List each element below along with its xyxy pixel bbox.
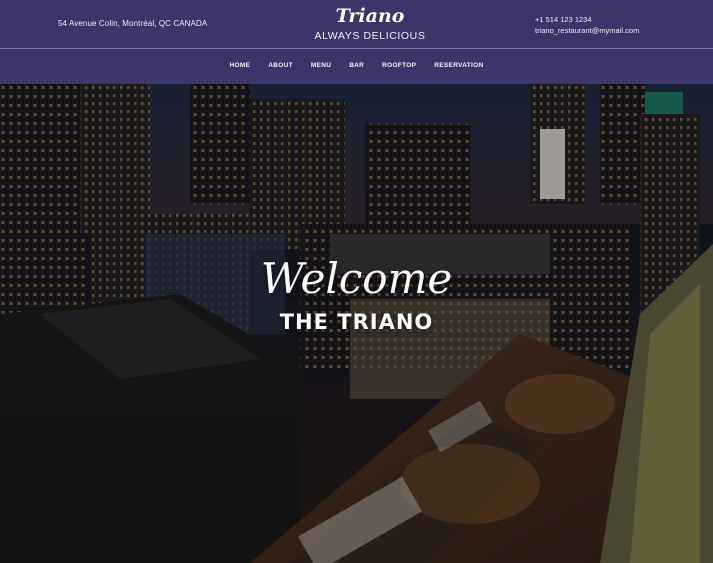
nav-reservation[interactable]: RESERVATION <box>425 62 492 69</box>
header-divider <box>0 48 713 49</box>
phone-link[interactable]: +1 514 123 1234 <box>535 14 639 25</box>
address-text: 54 Avenue Colin, Montréal, QC CANADA <box>58 19 208 28</box>
main-nav: HOME ABOUT MENU BAR ROOFTOP RESERVATION <box>0 62 713 69</box>
site-header: 54 Avenue Colin, Montréal, QC CANADA Tri… <box>0 0 713 84</box>
nav-menu[interactable]: MENU <box>302 62 340 69</box>
nav-about[interactable]: ABOUT <box>259 62 302 69</box>
hero-text: Welcome THE TRIANO <box>0 254 713 334</box>
nav-home[interactable]: HOME <box>221 62 260 69</box>
hero-section: Welcome THE TRIANO <box>0 84 713 563</box>
nav-bar[interactable]: BAR <box>340 62 373 69</box>
brand-logo[interactable]: Triano <box>300 4 440 28</box>
nav-rooftop[interactable]: ROOFTOP <box>373 62 425 69</box>
contact-info: +1 514 123 1234 triano_restaurant@mymail… <box>535 14 639 36</box>
welcome-subtitle: THE TRIANO <box>279 310 434 334</box>
brand-tagline: ALWAYS DELICIOUS <box>314 30 426 42</box>
email-link[interactable]: triano_restaurant@mymail.com <box>535 25 639 36</box>
brand[interactable]: Triano ALWAYS DELICIOUS <box>300 4 440 42</box>
welcome-heading: Welcome <box>260 254 453 303</box>
